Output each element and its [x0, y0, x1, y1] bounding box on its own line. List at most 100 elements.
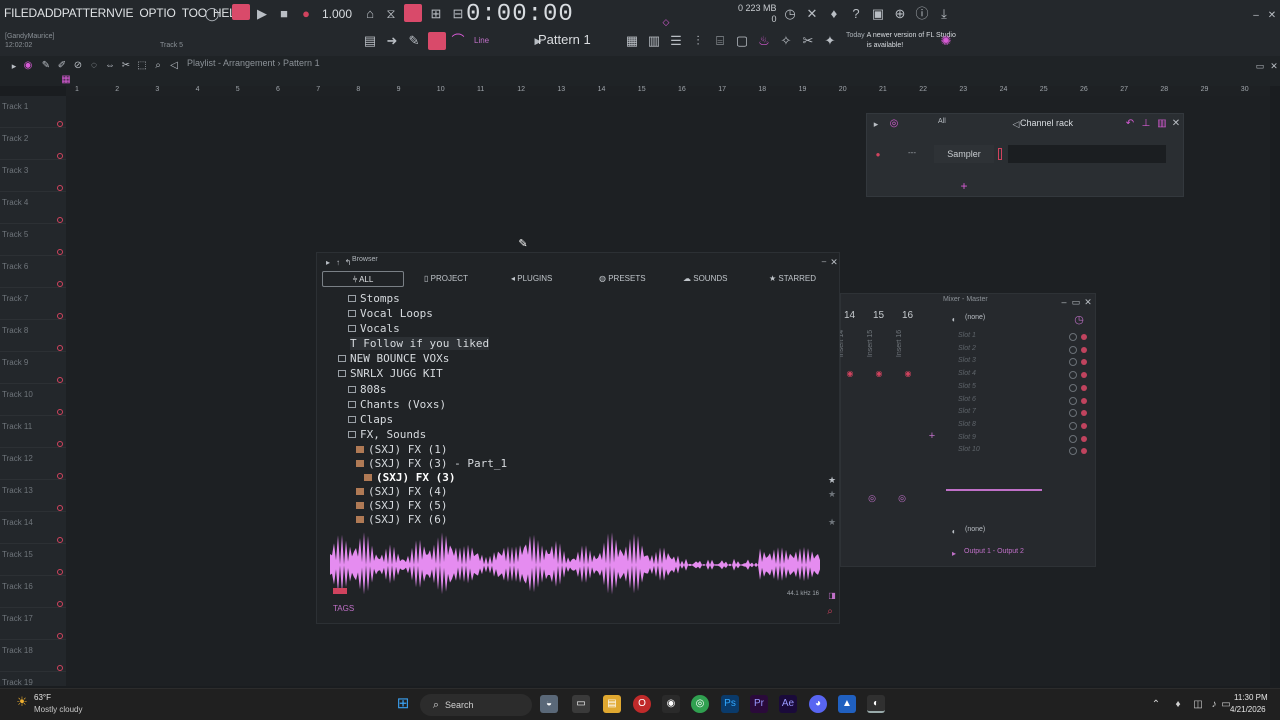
minimize-icon[interactable]: – [1248, 8, 1264, 24]
help-icon[interactable]: ? [848, 6, 864, 22]
premiere-icon[interactable]: Pr [750, 695, 768, 713]
swing-knob-icon[interactable]: ◎ [886, 116, 902, 132]
track-mute-led[interactable] [57, 505, 63, 511]
browser-folder-item[interactable]: Stomps [348, 292, 400, 305]
track-mute-led[interactable] [57, 313, 63, 319]
magnet-icon[interactable]: ◉ [20, 58, 36, 74]
mixer-fx-slot[interactable]: Slot 2 [958, 345, 976, 352]
file-explorer-icon[interactable]: ▤ [603, 695, 621, 713]
draw-tool-icon[interactable]: ✎ [38, 58, 54, 74]
after-effects-icon[interactable]: Ae [779, 695, 797, 713]
browser-folder-item[interactable]: 808s [348, 383, 387, 396]
track-header[interactable]: Track 1 [0, 96, 66, 128]
channel-select-indicator[interactable] [998, 148, 1002, 160]
piano-roll-icon[interactable]: ▥ [646, 33, 662, 49]
select-tool-icon[interactable]: ⬚ [134, 58, 150, 74]
track-mute-led[interactable] [57, 665, 63, 671]
browser-file-item[interactable]: (SXJ) FX (3) [364, 471, 455, 484]
snap-magnet-icon[interactable]: ⌒ [450, 33, 466, 49]
browser-folder-item[interactable]: Claps [348, 413, 393, 426]
countdown-button[interactable] [404, 4, 422, 22]
mixer-fx-slot[interactable]: Slot 1 [958, 332, 976, 339]
mixer-fx-slot[interactable]: Slot 10 [958, 446, 980, 453]
mixer-fx-slot[interactable]: Slot 6 [958, 396, 976, 403]
browser-file-item[interactable]: (SXJ) FX (1) [356, 443, 447, 456]
browser-folder-item[interactable]: Vocals [348, 322, 400, 335]
pattern-song-toggle[interactable] [232, 4, 250, 20]
slot-enable-led[interactable] [1081, 384, 1087, 391]
track-mute-led[interactable] [57, 121, 63, 127]
track-mute-led[interactable] [57, 281, 63, 287]
slot-enable-led[interactable] [1081, 422, 1087, 429]
menu-view[interactable]: VIE [115, 6, 134, 20]
network-icon[interactable]: ◫ [1190, 697, 1206, 713]
microphone-tray-icon[interactable]: ♦ [1170, 697, 1186, 713]
browser-file-item[interactable]: (SXJ) FX (6) [356, 513, 447, 526]
tempo-tapper-icon[interactable]: ✧ [778, 33, 794, 49]
channel-graph-icon[interactable]: ⊥ [1138, 116, 1154, 132]
track-header[interactable]: Track 12 [0, 448, 66, 480]
arrow-right-icon[interactable]: ➜ [384, 33, 400, 49]
play-icon[interactable]: ▶ [254, 6, 270, 22]
track-mute-led[interactable] [57, 473, 63, 479]
download-icon[interactable]: ⤓ [936, 6, 952, 22]
track-mute-led[interactable] [57, 633, 63, 639]
plugin-icon[interactable]: ⊕ [892, 6, 908, 22]
menu-edit[interactable]: D [29, 6, 38, 20]
mixer-fx-slot[interactable]: Slot 3 [958, 357, 976, 364]
track-header[interactable]: Track 11 [0, 416, 66, 448]
slot-enable-led[interactable] [1081, 346, 1087, 353]
channel-rack-close-icon[interactable]: ✕ [1168, 116, 1184, 132]
browser-file-item[interactable]: (SXJ) FX (3) - Part_1 [356, 457, 507, 470]
step-edit-icon[interactable]: ⊞ [428, 6, 444, 22]
track-header[interactable]: Track 7 [0, 288, 66, 320]
weather-condition[interactable]: Mostly cloudy [34, 705, 82, 714]
info-icon[interactable]: ⓘ [914, 6, 930, 22]
cpu-icon[interactable]: ◷ [782, 6, 798, 22]
insert-16-pan-knob-icon[interactable]: ◎ [894, 490, 910, 506]
track-mute-led[interactable] [57, 153, 63, 159]
browser-file-item[interactable]: (SXJ) FX (4) [356, 485, 447, 498]
widgets-icon[interactable]: ◒ [540, 695, 558, 713]
slot-mix-knob-icon[interactable] [1069, 434, 1077, 443]
tab-project[interactable]: ▯ PROJECT [424, 271, 468, 287]
clock-time[interactable]: 11:30 PM [1234, 693, 1268, 702]
touch-keyboard-icon[interactable]: ♨ [756, 33, 772, 49]
insert-16-record-icon[interactable]: ◉ [900, 366, 916, 382]
insert-15-record-icon[interactable]: ◉ [871, 366, 887, 382]
slot-mix-knob-icon[interactable] [1069, 396, 1077, 405]
track-mute-led[interactable] [57, 249, 63, 255]
playback-tool-icon[interactable]: ◁ [166, 58, 182, 74]
channel-undo-icon[interactable]: ↶ [1122, 116, 1138, 132]
record-icon[interactable]: ● [298, 6, 314, 22]
mixer-close-icon[interactable]: ✕ [1080, 294, 1096, 310]
blend-notes-icon[interactable]: ⊟ [450, 6, 466, 22]
track-mute-led[interactable] [57, 569, 63, 575]
mixer-icon[interactable]: ⫶ [690, 33, 706, 49]
track-mute-led[interactable] [57, 217, 63, 223]
pencil-icon[interactable]: ✎ [406, 33, 422, 49]
add-insert-icon[interactable]: + [924, 428, 940, 444]
save-icon[interactable]: ▣ [870, 6, 886, 22]
track-header[interactable]: Track 2 [0, 128, 66, 160]
microphone-icon[interactable]: ♦ [826, 6, 842, 22]
opera-browser-icon[interactable]: O [633, 695, 651, 713]
sampler-channel-button[interactable]: Sampler [934, 145, 994, 163]
metronome-icon[interactable]: ⌂ [362, 6, 378, 22]
master-volume-knob-icon[interactable]: ◯ [204, 6, 220, 22]
browser-folder-item[interactable]: Chants (Voxs) [348, 398, 446, 411]
github-icon[interactable]: ◉ [662, 695, 680, 713]
close-app-icon[interactable]: ✕ [1264, 8, 1280, 24]
sample-waveform-preview[interactable] [330, 530, 820, 600]
news-icon[interactable]: ✦ [822, 33, 838, 49]
mixer-fx-slot[interactable]: Slot 7 [958, 408, 976, 415]
slot-mix-knob-icon[interactable] [1069, 383, 1077, 392]
mixer-toggle-icon[interactable]: ✕ [804, 6, 820, 22]
star-item-icon[interactable]: ★ [824, 486, 840, 502]
mixer-input-select[interactable]: (none) [965, 314, 985, 321]
chrome-icon[interactable]: ◎ [691, 695, 709, 713]
stop-icon[interactable]: ■ [276, 6, 292, 22]
weather-temperature[interactable]: 63°F [34, 693, 51, 702]
menu-options[interactable]: OPTIO [139, 6, 176, 20]
menu-file[interactable]: FILE [4, 6, 29, 20]
